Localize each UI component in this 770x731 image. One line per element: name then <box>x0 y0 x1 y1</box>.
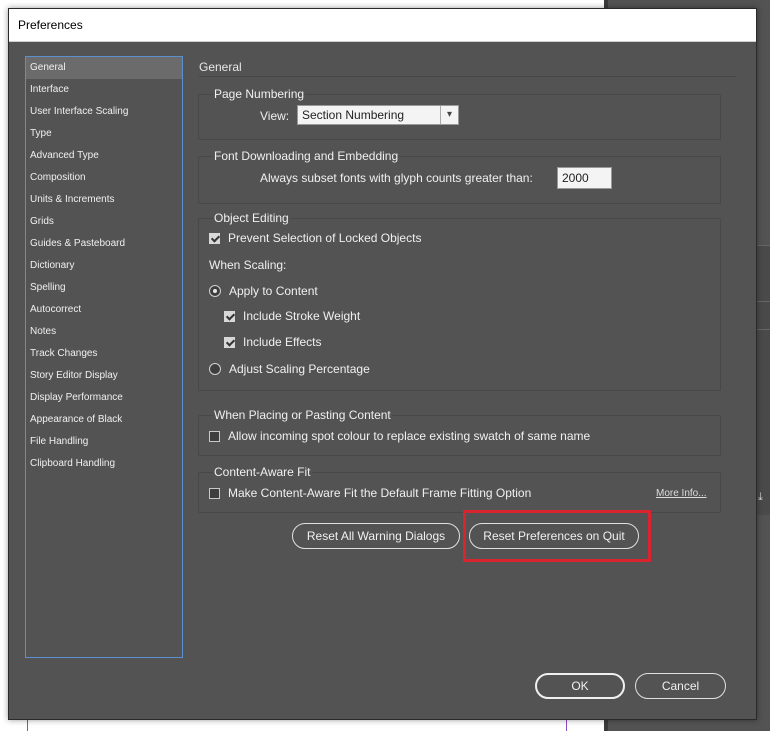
sidebar-item-type[interactable]: Type <box>26 123 182 145</box>
placing-content-group: When Placing or Pasting Content Allow in… <box>198 408 721 456</box>
sidebar-item-appearance-of-black[interactable]: Appearance of Black <box>26 409 182 431</box>
chevron-down-icon[interactable]: ▾ <box>440 106 458 124</box>
preferences-sidebar: General Interface User Interface Scaling… <box>25 56 183 658</box>
sidebar-item-units-increments[interactable]: Units & Increments <box>26 189 182 211</box>
view-label: View: <box>260 109 290 123</box>
sidebar-item-dictionary[interactable]: Dictionary <box>26 255 182 277</box>
content-aware-fit-group: Content-Aware Fit Make Content-Aware Fit… <box>198 465 721 513</box>
ok-button[interactable]: OK <box>535 673 625 699</box>
font-downloading-title: Font Downloading and Embedding <box>213 149 400 163</box>
sidebar-item-autocorrect[interactable]: Autocorrect <box>26 299 182 321</box>
include-stroke-label: Include Stroke Weight <box>243 309 361 323</box>
sidebar-item-user-interface-scaling[interactable]: User Interface Scaling <box>26 101 182 123</box>
content-aware-default-label: Make Content-Aware Fit the Default Frame… <box>228 486 532 500</box>
sidebar-item-composition[interactable]: Composition <box>26 167 182 189</box>
sidebar-item-clipboard-handling[interactable]: Clipboard Handling <box>26 453 182 475</box>
more-info-link[interactable]: More Info... <box>656 488 707 499</box>
heading-divider <box>199 76 736 77</box>
sidebar-item-track-changes[interactable]: Track Changes <box>26 343 182 365</box>
page-title: General <box>199 60 242 74</box>
allow-spot-colour-label: Allow incoming spot colour to replace ex… <box>228 429 591 443</box>
adjust-scaling-label: Adjust Scaling Percentage <box>229 362 370 376</box>
include-stroke-checkbox[interactable] <box>224 311 235 322</box>
content-aware-fit-title: Content-Aware Fit <box>213 465 312 479</box>
sidebar-item-spelling[interactable]: Spelling <box>26 277 182 299</box>
reset-warning-dialogs-button[interactable]: Reset All Warning Dialogs <box>292 523 460 549</box>
placing-content-title: When Placing or Pasting Content <box>213 408 392 422</box>
view-select[interactable]: Section Numbering ▾ <box>297 105 459 125</box>
dialog-title: Preferences <box>18 18 83 32</box>
subset-fonts-label: Always subset fonts with glyph counts gr… <box>260 171 533 185</box>
sidebar-item-general[interactable]: General <box>26 57 182 79</box>
sidebar-item-guides-pasteboard[interactable]: Guides & Pasteboard <box>26 233 182 255</box>
object-editing-title: Object Editing <box>213 211 290 225</box>
highlight-annotation <box>463 510 651 562</box>
page-numbering-title: Page Numbering <box>213 87 306 101</box>
sidebar-item-display-performance[interactable]: Display Performance <box>26 387 182 409</box>
subset-glyph-count-input[interactable]: 2000 <box>557 167 612 189</box>
sidebar-item-story-editor-display[interactable]: Story Editor Display <box>26 365 182 387</box>
include-effects-label: Include Effects <box>243 335 322 349</box>
preferences-dialog: Preferences General Interface User Inter… <box>8 8 757 720</box>
page-numbering-group: Page Numbering View: Section Numbering ▾ <box>198 87 721 140</box>
prevent-selection-checkbox[interactable] <box>209 233 220 244</box>
sidebar-item-notes[interactable]: Notes <box>26 321 182 343</box>
prevent-selection-label: Prevent Selection of Locked Objects <box>228 231 422 245</box>
content-aware-default-checkbox[interactable] <box>209 488 220 499</box>
background-app-strip: ⤓ <box>755 245 770 515</box>
object-editing-group: Object Editing Prevent Selection of Lock… <box>198 211 721 391</box>
adjust-scaling-radio[interactable] <box>209 363 221 375</box>
cancel-button[interactable]: Cancel <box>635 673 726 699</box>
apply-to-content-label: Apply to Content <box>229 284 318 298</box>
sidebar-item-advanced-type[interactable]: Advanced Type <box>26 145 182 167</box>
when-scaling-label: When Scaling: <box>209 258 287 272</box>
allow-spot-colour-checkbox[interactable] <box>209 431 220 442</box>
include-effects-checkbox[interactable] <box>224 337 235 348</box>
sidebar-item-file-handling[interactable]: File Handling <box>26 431 182 453</box>
view-select-value: Section Numbering <box>302 108 405 122</box>
font-downloading-group: Font Downloading and Embedding Always su… <box>198 149 721 204</box>
download-icon: ⤓ <box>758 491 763 503</box>
dialog-titlebar[interactable]: Preferences <box>9 9 756 42</box>
sidebar-item-grids[interactable]: Grids <box>26 211 182 233</box>
apply-to-content-radio[interactable] <box>209 285 221 297</box>
sidebar-item-interface[interactable]: Interface <box>26 79 182 101</box>
